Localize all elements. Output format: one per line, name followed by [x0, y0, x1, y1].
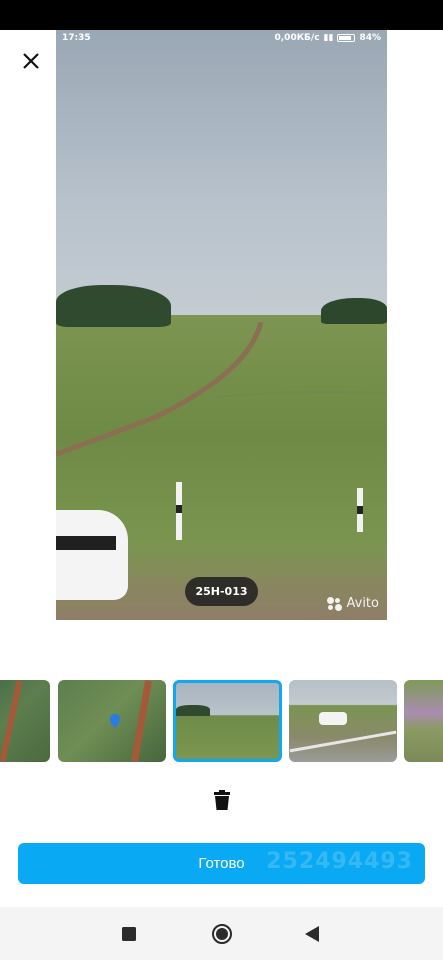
android-nav-bar	[0, 907, 443, 960]
road-post-right	[357, 488, 363, 532]
main-photo: 17:35 0,00КБ/с ▮▮ 84% 25Н-013 Avito	[56, 30, 387, 620]
close-icon	[23, 53, 39, 69]
status-time: 17:35	[62, 33, 91, 43]
status-bar: 17:35 0,00КБ/с ▮▮ 84%	[56, 30, 387, 48]
avito-watermark-text: Avito	[346, 596, 380, 611]
thumbnail-strip	[0, 680, 443, 762]
tree-line-left	[56, 285, 171, 327]
nav-recents-button[interactable]	[116, 921, 142, 947]
delete-button[interactable]	[209, 787, 235, 813]
close-button[interactable]	[16, 46, 46, 76]
avito-watermark: Avito	[326, 596, 380, 611]
cian-watermark-number: 252494493	[266, 849, 413, 874]
done-button-label: Готово	[198, 855, 245, 872]
nav-home-button[interactable]	[209, 921, 235, 947]
tree-line-right	[321, 298, 387, 324]
thumbnail-map-3[interactable]	[404, 680, 443, 762]
signal-icon: ▮▮	[323, 33, 334, 43]
top-black-bar	[0, 0, 443, 30]
photo-sky	[56, 30, 387, 320]
battery-level: 84%	[359, 33, 381, 43]
avito-logo-icon	[326, 596, 343, 611]
done-button[interactable]: Готово 252494493	[18, 843, 425, 884]
map-pin-icon	[110, 714, 120, 728]
triangle-back-icon	[305, 926, 319, 942]
road-post-left	[176, 482, 182, 540]
white-car	[56, 510, 128, 600]
trash-icon	[214, 790, 230, 810]
circle-icon	[212, 924, 232, 944]
dirt-road	[56, 322, 387, 457]
thumbnail-field-selected[interactable]	[173, 680, 282, 762]
road-sign-label: 25Н-013	[185, 577, 258, 606]
nav-back-button[interactable]	[299, 921, 325, 947]
thumbnail-map-2[interactable]	[58, 680, 166, 762]
network-speed: 0,00КБ/с	[274, 33, 320, 43]
battery-icon	[337, 34, 356, 42]
thumbnail-road-car[interactable]	[289, 680, 397, 762]
square-icon	[122, 927, 136, 941]
thumbnail-map-1[interactable]	[0, 680, 50, 762]
